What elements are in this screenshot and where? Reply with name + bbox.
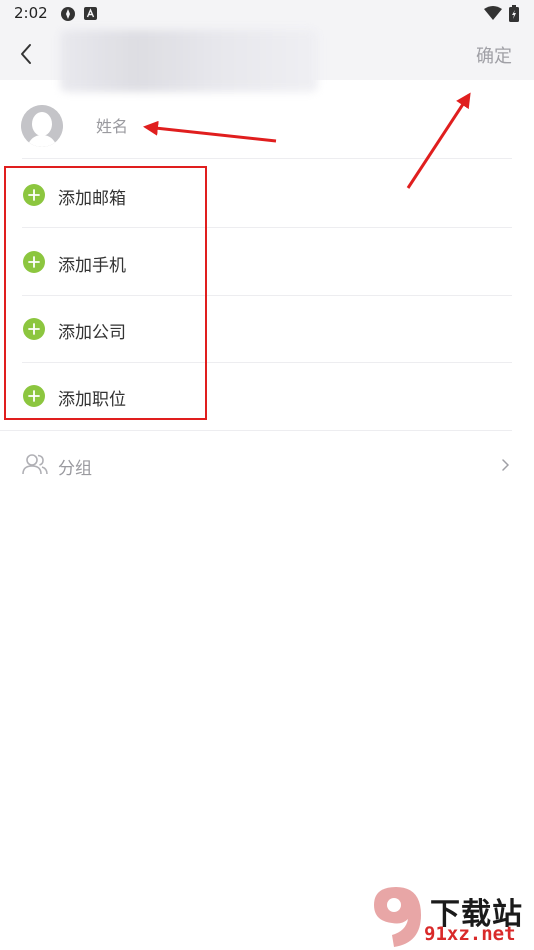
- add-company-label: 添加公司: [58, 323, 126, 343]
- status-bar: 2:02: [0, 0, 534, 28]
- avatar[interactable]: [21, 105, 63, 147]
- add-email-row[interactable]: 添加邮箱: [0, 161, 534, 228]
- chevron-left-icon: [21, 44, 31, 64]
- add-circle-icon: [23, 251, 45, 273]
- add-circle-icon: [23, 184, 45, 206]
- add-phone-label: 添加手机: [58, 256, 126, 276]
- add-position-label: 添加职位: [58, 390, 126, 410]
- divider: [22, 158, 512, 159]
- watermark-url: 91xz.net: [424, 923, 516, 945]
- blurred-title-area: [60, 30, 318, 92]
- add-company-row[interactable]: 添加公司: [0, 295, 534, 362]
- group-label: 分组: [58, 459, 92, 479]
- app-notification-icon: [84, 7, 97, 20]
- wifi-icon: [484, 6, 502, 20]
- sync-icon: [61, 7, 75, 21]
- watermark-logo-icon: [374, 887, 421, 947]
- add-phone-row[interactable]: 添加手机: [0, 228, 534, 295]
- group-users-icon: [22, 454, 48, 475]
- divider: [0, 430, 512, 431]
- watermark: 下载站 91xz.net: [366, 885, 532, 949]
- status-time: 2:02: [14, 4, 48, 22]
- default-avatar-icon: [21, 105, 63, 147]
- confirm-button[interactable]: 确定: [476, 42, 512, 68]
- back-button[interactable]: [14, 40, 40, 68]
- group-row[interactable]: 分组: [0, 432, 534, 498]
- name-input[interactable]: [96, 114, 396, 138]
- title-bar: 确定: [0, 28, 534, 92]
- chevron-right-icon: [502, 459, 510, 471]
- name-row: [0, 92, 534, 158]
- add-email-label: 添加邮箱: [58, 189, 126, 209]
- add-position-row[interactable]: 添加职位: [0, 362, 534, 429]
- battery-icon: [509, 5, 519, 22]
- add-circle-icon: [23, 318, 45, 340]
- add-circle-icon: [23, 385, 45, 407]
